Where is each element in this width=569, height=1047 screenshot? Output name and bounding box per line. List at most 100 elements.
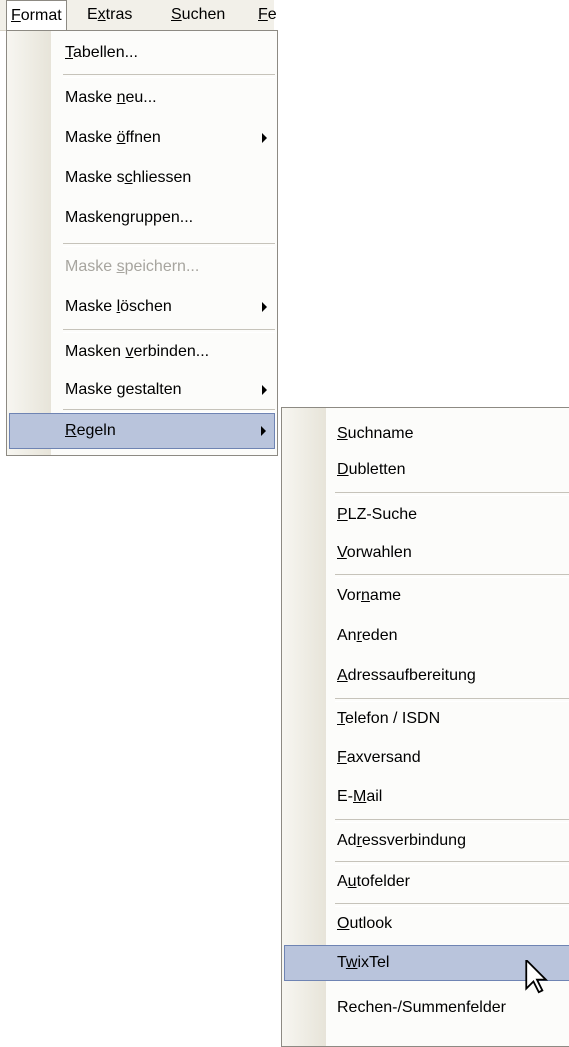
label-pre: Maske <box>65 258 117 275</box>
label-post: ixTel <box>357 954 390 971</box>
submenu-item-label: Vorname <box>337 578 401 614</box>
menu-separator <box>63 74 275 78</box>
label-post: öschen <box>120 298 172 315</box>
menu-item-maskengruppen[interactable]: Maskengruppen... <box>9 200 275 236</box>
label-mnemonic: M <box>353 788 367 805</box>
menu-item-label: Maske öffnen <box>65 120 161 156</box>
menu-fe-post: e <box>267 6 277 23</box>
label-pre: Vor <box>337 587 362 604</box>
submenu-item-label: PLZ-Suche <box>337 497 417 533</box>
label-mnemonic: u <box>347 873 357 890</box>
submenu-item-dubletten[interactable]: Dubletten <box>284 452 569 488</box>
submenu-item-label: TwixTel <box>337 946 389 982</box>
label-pre: E- <box>337 788 353 805</box>
menu-suchen-post: uchen <box>181 6 226 23</box>
label-pre: T <box>337 954 346 971</box>
submenu-item-vorwahlen[interactable]: Vorwahlen <box>284 535 569 571</box>
menu-format-post: ormat <box>20 7 62 24</box>
label-post: utlook <box>349 915 393 932</box>
menu-item-label: Maske gestalten <box>65 372 182 408</box>
submenu-item-adressaufbereitung[interactable]: Adressaufbereitung <box>284 658 569 694</box>
menu-item-label: Maske neu... <box>65 80 157 116</box>
submenu-item-label: Faxversand <box>337 740 421 776</box>
submenu-item-vorname[interactable]: Vorname <box>284 578 569 614</box>
submenu-item-outlook[interactable]: Outlook <box>284 906 569 942</box>
mouse-cursor-icon <box>525 960 549 994</box>
menu-suchen-mnemonic: S <box>171 6 182 23</box>
label-post: abellen... <box>73 44 138 61</box>
submenu-arrow-icon <box>262 302 267 312</box>
submenu-arrow-icon <box>262 133 267 143</box>
menu-item-label: Maske schliessen <box>65 160 191 196</box>
submenu-item-autofelder[interactable]: Autofelder <box>284 864 569 900</box>
menu-item-label: Regeln <box>65 414 116 450</box>
label-post: LZ-Suche <box>347 506 418 523</box>
menu-item-maske-speichern: Maske speichern... <box>9 249 275 285</box>
menu-bar: Format Extras Suchen Fe <box>0 0 277 31</box>
menu-fe-mnemonic: F <box>258 6 268 23</box>
menu-extras[interactable]: Extras <box>83 0 136 30</box>
submenu-item-adressverbindung[interactable]: Adressverbindung <box>284 823 569 859</box>
label-pre: Masken <box>65 343 126 360</box>
menu-extras-post: tras <box>105 6 133 23</box>
label-mnemonic: O <box>337 915 350 932</box>
label-post: estalten <box>125 381 182 398</box>
label-post: uchname <box>347 425 414 442</box>
menu-format[interactable]: Format <box>6 0 67 31</box>
submenu-item-label: Outlook <box>337 906 392 942</box>
menu-item-maske-schliessen[interactable]: Maske schliessen <box>9 160 275 196</box>
submenu-item-e-mail[interactable]: E-Mail <box>284 779 569 815</box>
label-post: elefon / ISDN <box>345 710 441 727</box>
menu-item-maske-neu[interactable]: Maske neu... <box>9 80 275 116</box>
label-post: erbinden... <box>133 343 210 360</box>
label-post: ffnen <box>125 129 161 146</box>
submenu-item-label: Telefon / ISDN <box>337 701 440 737</box>
label-post: peichern... <box>124 258 200 275</box>
submenu-item-label: E-Mail <box>337 779 382 815</box>
label-mnemonic: V <box>337 544 347 561</box>
submenu-item-telefon-isdn[interactable]: Telefon / ISDN <box>284 701 569 737</box>
menu-item-label: Maske speichern... <box>65 249 199 285</box>
submenu-item-faxversand[interactable]: Faxversand <box>284 740 569 776</box>
menu-item-label: Maske löschen <box>65 289 172 325</box>
label-pre: Maske <box>65 381 117 398</box>
label-mnemonic: n <box>361 587 370 604</box>
label-pre: An <box>337 627 357 644</box>
submenu-arrow-icon <box>262 385 267 395</box>
label-mnemonic: A <box>337 667 348 684</box>
submenu-item-anreden[interactable]: Anreden <box>284 618 569 654</box>
label-mnemonic: R <box>65 422 77 439</box>
label-post: ame <box>369 587 402 604</box>
menu-item-label: Tabellen... <box>65 35 138 71</box>
label-pre: A <box>337 873 348 890</box>
menu-item-label: Maskengruppen... <box>65 200 193 236</box>
menu-separator <box>335 492 569 496</box>
menu-item-regeln[interactable]: Regeln <box>9 413 275 449</box>
label-post: orwahlen <box>346 544 412 561</box>
menu-separator <box>63 243 275 247</box>
menu-extras-mnemonic: x <box>97 6 106 23</box>
label-post: eu... <box>125 89 157 106</box>
menu-item-maske-gestalten[interactable]: Maske gestalten <box>9 372 275 408</box>
label-post: egeln <box>76 422 116 439</box>
submenu-item-plz-suche[interactable]: PLZ-Suche <box>284 497 569 533</box>
label-mnemonic: c <box>124 169 133 186</box>
menu-fe[interactable]: Fe <box>254 0 281 30</box>
submenu-item-label: Vorwahlen <box>337 535 412 571</box>
format-dropdown-menu: Tabellen... Maske neu... Maske öffnen Ma… <box>6 30 278 456</box>
label-mnemonic: P <box>337 506 348 523</box>
menu-item-masken-verbinden[interactable]: Masken verbinden... <box>9 334 275 370</box>
menu-extras-pre: E <box>87 6 98 23</box>
menu-item-tabellen[interactable]: Tabellen... <box>9 35 275 71</box>
menu-suchen[interactable]: Suchen <box>167 0 229 30</box>
submenu-item-label: Suchname <box>337 416 414 452</box>
menu-item-maske-oeffnen[interactable]: Maske öffnen <box>9 120 275 156</box>
regeln-submenu: Suchname Dubletten PLZ-Suche Vorwahlen V… <box>281 407 569 1047</box>
label-post: dressaufbereitung <box>347 667 476 684</box>
label-pre: Rechen-/Summenfelder <box>337 999 506 1016</box>
label-mnemonic: w <box>345 954 358 971</box>
submenu-item-suchname[interactable]: Suchname <box>284 416 569 452</box>
menu-item-maske-loeschen[interactable]: Maske löschen <box>9 289 275 325</box>
submenu-item-rechen-summenfelder[interactable]: Rechen-/Summenfelder <box>284 990 569 1026</box>
label-mnemonic: T <box>337 710 345 727</box>
